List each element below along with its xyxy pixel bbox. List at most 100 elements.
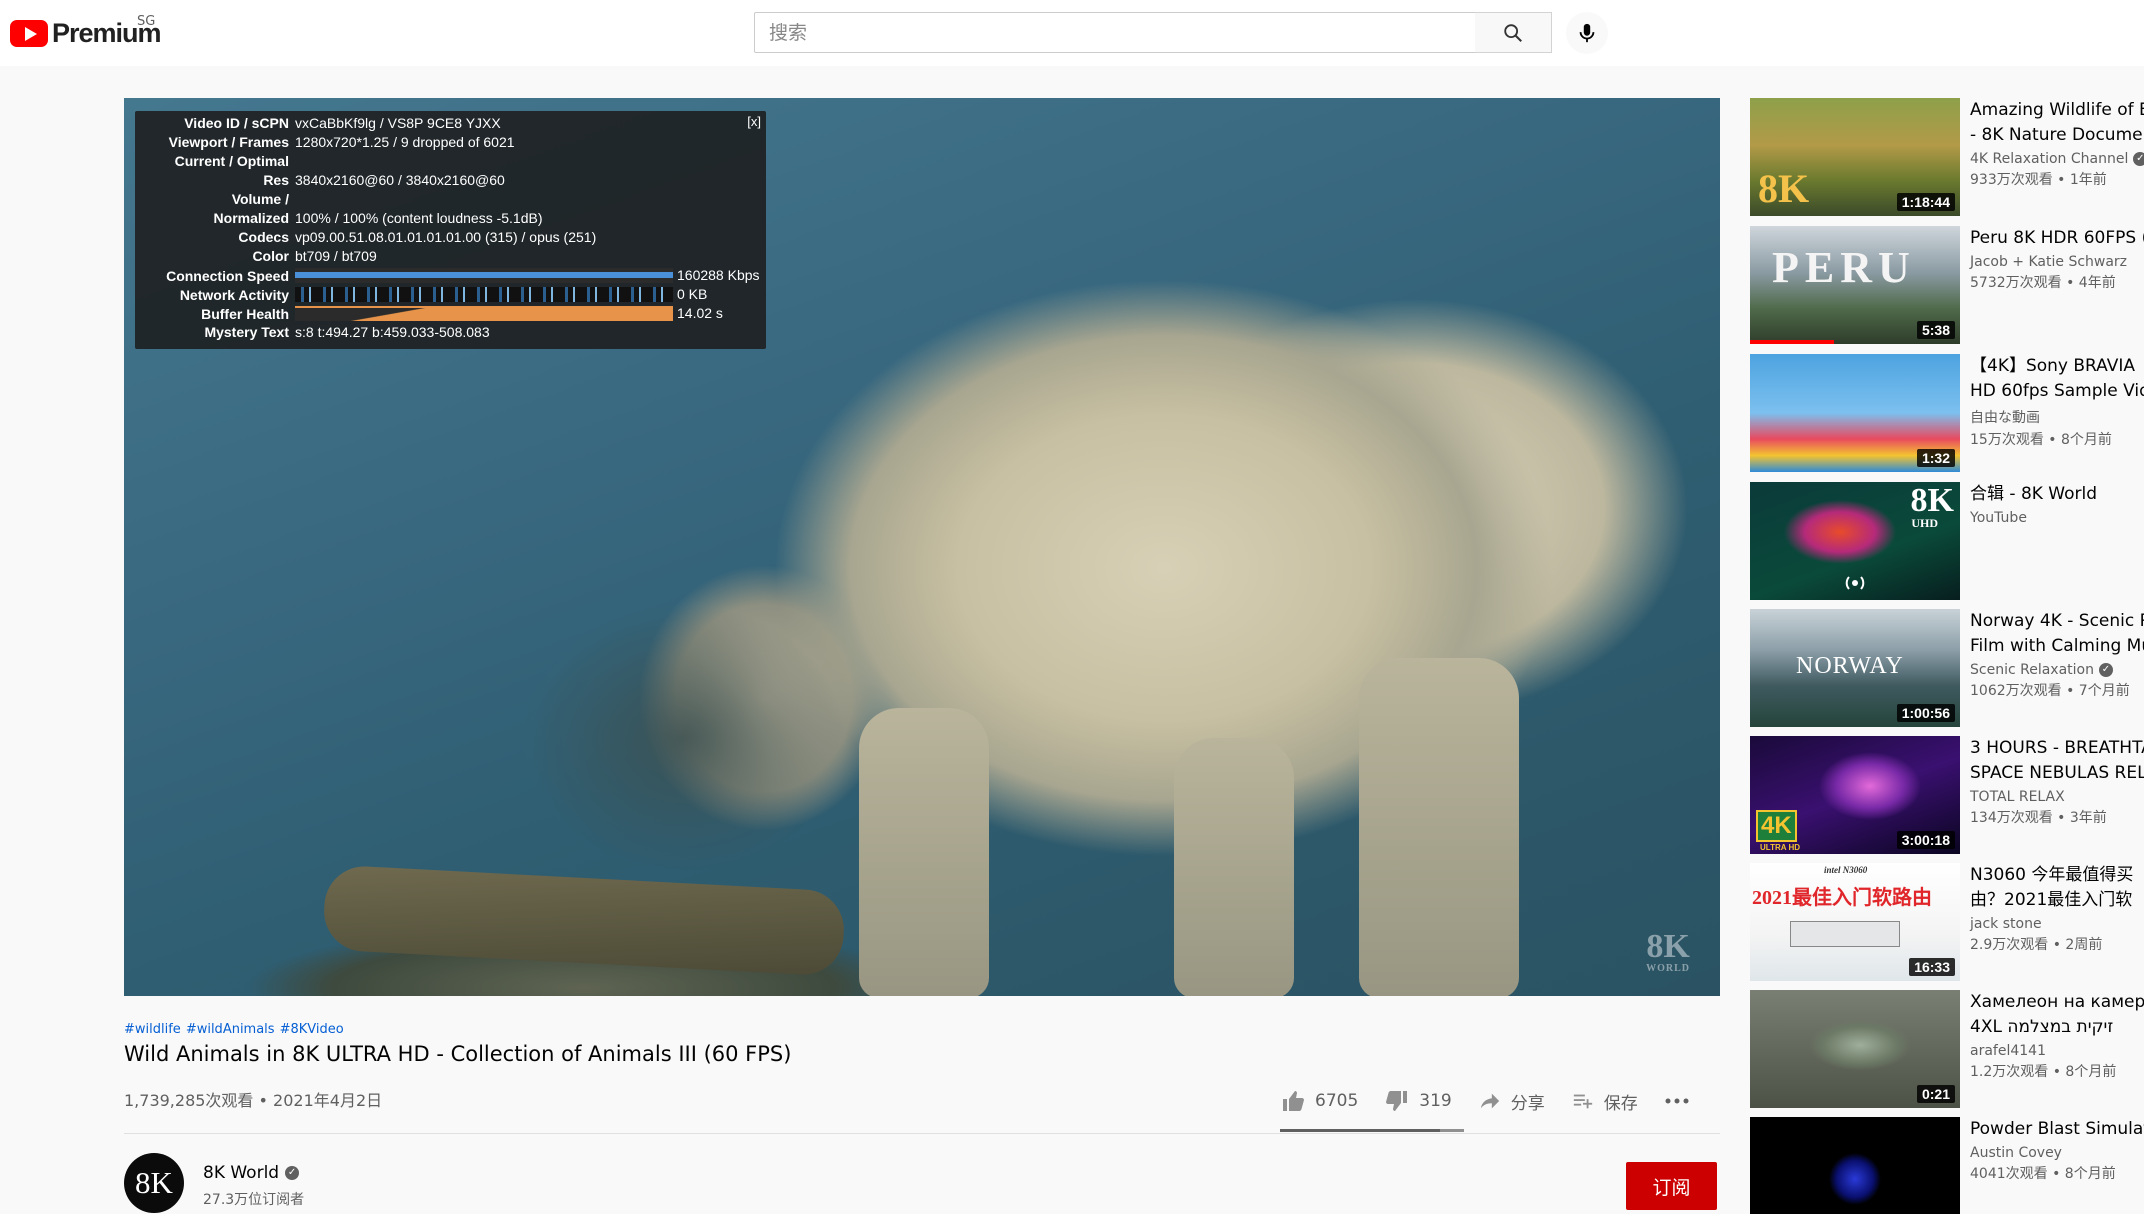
recommended-video-views: 15万次观看 • 8个月前 — [1970, 432, 2112, 448]
thumbnail-subtext: intel N3060 — [1824, 865, 1868, 875]
broadcast-icon — [1845, 576, 1865, 590]
recommended-video-info: 合辑 - 8K World YouTube — [1970, 482, 2144, 526]
watch-progress-bar — [1750, 340, 1834, 344]
recommended-video-views: 933万次观看 • 1年前 — [1970, 172, 2107, 188]
recommended-video[interactable]: 4K ULTRA HD 3:00:18 3 HOURS - BREATHTA S… — [1750, 736, 2144, 854]
recommended-video-title: SPACE NEBULAS REL — [1970, 763, 2144, 783]
recommended-video-info: 【4K】Sony BRAVIA HD 60fps Sample Vid 自由な動… — [1970, 354, 2144, 449]
voice-search-button[interactable] — [1566, 12, 1608, 54]
hashtag-link[interactable]: #8KVideo — [280, 1022, 344, 1037]
video-title: Wild Animals in 8K ULTRA HD - Collection… — [124, 1042, 792, 1066]
verified-check-icon: ✓ — [2133, 152, 2144, 166]
stats-for-nerds-panel: [x] Video ID / sCPN vxCaBbKf9lg / VS8P 9C… — [135, 111, 766, 349]
recommended-video-views: 4041次观看 • 8个月前 — [1970, 1166, 2116, 1182]
like-button[interactable]: 6705 — [1280, 1089, 1358, 1113]
recommended-video-views: 134万次观看 • 3年前 — [1970, 810, 2107, 826]
recommended-video-channel: arafel4141 — [1970, 1043, 2046, 1059]
video-duration: 1:00:56 — [1896, 704, 1955, 722]
recommended-video-views: 1.2万次观看 • 8个月前 — [1970, 1064, 2117, 1080]
recommended-video-channel: YouTube — [1970, 510, 2027, 526]
recommended-video-title: Amazing Wildlife of B — [1970, 100, 2144, 120]
recommended-video-title: Хамелеон на камеру — [1970, 992, 2144, 1012]
video-thumbnail[interactable]: NORWAY 1:00:56 — [1750, 609, 1960, 727]
video-thumbnail[interactable]: 1:32 — [1750, 354, 1960, 472]
recommended-video-channel: TOTAL RELAX — [1970, 789, 2065, 805]
stats-row: Codecs vp09.00.51.08.01.01.01.01.00 (315)… — [238, 229, 597, 245]
recommended-playlist[interactable]: 8K UHD 合辑 - 8K World YouTube — [1750, 482, 2144, 600]
video-thumbnail[interactable]: 8K UHD — [1750, 482, 1960, 600]
recommended-video-info: Powder Blast Simulat Austin Covey 4041次观… — [1970, 1117, 2144, 1183]
thumbnail-subtext: UHD — [1911, 516, 1938, 530]
recommended-video-title: 合辑 - 8K World — [1970, 484, 2098, 504]
video-duration: 1:18:44 — [1896, 193, 1955, 211]
share-arrow-icon — [1480, 1093, 1499, 1109]
hashtags: #wildlife #wildAnimals #8KVideo — [124, 1022, 344, 1037]
recommended-video[interactable]: Powder Blast Simulat Austin Covey 4041次观… — [1750, 1117, 2144, 1214]
video-thumbnail[interactable]: 4K ULTRA HD 3:00:18 — [1750, 736, 1960, 854]
recommended-video-info: Хамелеон на камеру 4XL זיקית במצלמה araf… — [1970, 990, 2144, 1081]
video-thumbnail[interactable]: intel N3060 2021最佳入门软路由 16:33 — [1750, 863, 1960, 981]
more-options-icon — [1665, 1098, 1689, 1104]
recommended-video-title: 4XL זיקית במצלמה — [1970, 1017, 2114, 1037]
thumbnail-text: NORWAY — [1796, 653, 1904, 679]
video-thumbnail[interactable]: 8K 1:18:44 — [1750, 98, 1960, 216]
playlist-add-icon — [1573, 1094, 1592, 1109]
subscriber-count: 27.3万位订阅者 — [203, 1192, 305, 1208]
recommended-video-title: Film with Calming Mu — [1970, 636, 2144, 656]
stats-row: Viewport / Frames 1280x720*1.25 / 9 dropp… — [168, 134, 515, 150]
recommended-video-title: 3 HOURS - BREATHTA — [1970, 738, 2144, 758]
hashtag-link[interactable]: #wildlife — [124, 1022, 181, 1037]
video-thumbnail[interactable]: 0:21 — [1750, 990, 1960, 1108]
recommended-video-title: - 8K Nature Documen — [1970, 125, 2144, 145]
thumbs-down-icon — [1386, 1091, 1408, 1111]
like-ratio-bar — [1280, 1129, 1464, 1132]
video-duration: 0:21 — [1916, 1085, 1955, 1103]
search-button[interactable] — [1475, 12, 1552, 53]
recommended-video-channel: jack stone — [1970, 916, 2042, 932]
video-duration: 1:32 — [1916, 449, 1955, 467]
stats-close-button[interactable]: [x] — [747, 114, 761, 129]
video-thumbnail[interactable] — [1750, 1117, 1960, 1214]
video-duration: 3:00:18 — [1896, 831, 1955, 849]
search-box[interactable] — [754, 12, 1476, 53]
stats-row: Color bt709 / bt709 — [252, 248, 377, 264]
stats-row: Video ID / sCPN vxCaBbKf9lg / VS8P 9CE8 Y… — [184, 115, 501, 131]
recommended-video-views: 2.9万次观看 • 2周前 — [1970, 937, 2103, 953]
thumbnail-text: 2021最佳入门软路由 — [1752, 887, 1932, 909]
recommended-video[interactable]: NORWAY 1:00:56 Norway 4K - Scenic R Film… — [1750, 609, 2144, 727]
recommended-video[interactable]: intel N3060 2021最佳入门软路由 16:33 N3060 今年最值… — [1750, 863, 2144, 981]
thumbs-up-icon — [1283, 1091, 1304, 1111]
recommended-video[interactable]: 1:32 【4K】Sony BRAVIA HD 60fps Sample Vid… — [1750, 354, 2144, 472]
buffer-health-graph: Buffer Health 14.02 s — [201, 305, 723, 322]
more-actions-button[interactable] — [1664, 1097, 1690, 1105]
router-device-image — [1790, 921, 1900, 947]
search-input[interactable] — [755, 13, 1475, 52]
recommended-video-title: N3060 今年最值得买 — [1970, 865, 2134, 885]
video-thumbnail[interactable]: PERU 5:38 — [1750, 226, 1960, 344]
dislike-button[interactable]: 319 — [1384, 1089, 1452, 1113]
share-button[interactable]: 分享 — [1478, 1089, 1545, 1114]
save-button[interactable]: 保存 — [1571, 1089, 1638, 1114]
channel-name[interactable]: 8K World ✓ — [203, 1163, 300, 1183]
recommended-video[interactable]: PERU 5:38 Peru 8K HDR 60FPS ( Jacob + Ka… — [1750, 226, 2144, 344]
recommended-video-title: Norway 4K - Scenic R — [1970, 611, 2144, 631]
recommended-video-channel: Jacob + Katie Schwarz — [1970, 254, 2128, 270]
search-icon — [1504, 23, 1522, 42]
subscribe-button[interactable]: 订阅 — [1626, 1162, 1717, 1210]
recommended-video-info: Amazing Wildlife of B - 8K Nature Docume… — [1970, 98, 2144, 189]
stats-row: Current / Optimal — [174, 153, 289, 169]
channel-avatar[interactable]: 8K — [124, 1153, 184, 1213]
recommended-video[interactable]: 8K 1:18:44 Amazing Wildlife of B - 8K Na… — [1750, 98, 2144, 216]
recommended-video-title: Powder Blast Simulat — [1970, 1119, 2144, 1139]
hashtag-link[interactable]: #wildAnimals — [186, 1022, 275, 1037]
video-player[interactable]: 8K WORLD [x] Video ID / sCPN vxCaBbKf9lg … — [124, 98, 1720, 996]
top-header: Premium SG — [0, 0, 2144, 66]
recommended-video[interactable]: 0:21 Хамелеон на камеру 4XL זיקית במצלמה… — [1750, 990, 2144, 1108]
recommended-video-info: Peru 8K HDR 60FPS ( Jacob + Katie Schwar… — [1970, 226, 2144, 292]
thumbnail-text: 8K — [1758, 166, 1810, 211]
recommended-video-info: N3060 今年最值得买 由？2021最佳入门软 jack stone 2.9万… — [1970, 863, 2144, 954]
verified-check-icon: ✓ — [2098, 663, 2113, 677]
network-activity-graph: Network Activity 0 KB — [179, 286, 708, 303]
recommended-video-title: 【4K】Sony BRAVIA — [1970, 356, 2135, 376]
stats-row: Mystery Text s:8 t:494.27 b:459.033-508.0… — [204, 324, 490, 340]
